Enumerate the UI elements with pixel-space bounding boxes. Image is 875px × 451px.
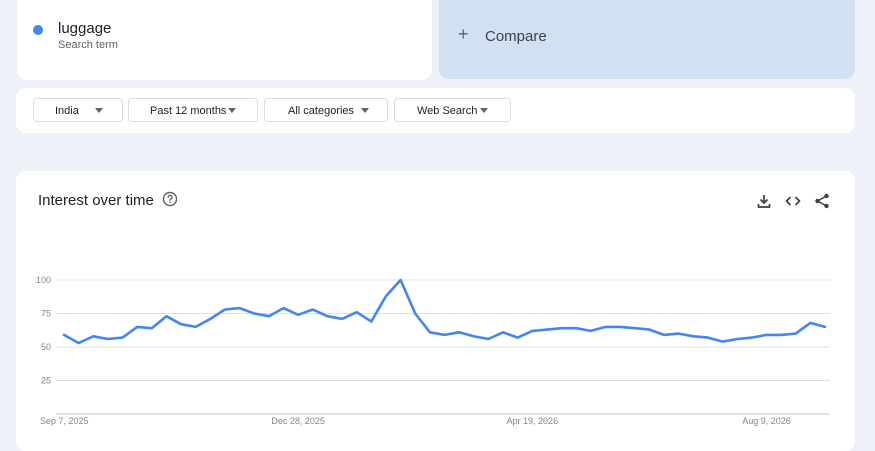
compare-label: Compare: [485, 28, 547, 45]
caret-down-icon: [361, 108, 369, 113]
x-tick-label: Dec 28, 2025: [271, 416, 325, 426]
x-tick-label: Aug 9, 2026: [742, 416, 791, 426]
series-line[interactable]: [64, 280, 825, 343]
region-filter-dropdown[interactable]: India: [33, 98, 123, 122]
category-filter-dropdown[interactable]: All categories: [264, 98, 388, 122]
compare-button[interactable]: + Compare: [439, 0, 855, 79]
x-tick-label: Apr 19, 2026: [507, 416, 559, 426]
caret-down-icon: [480, 108, 488, 113]
time-range-filter-dropdown[interactable]: Past 12 months: [128, 98, 258, 122]
interest-over-time-panel: Interest over time 255075100Sep 7, 2025D…: [16, 171, 855, 451]
search-term-name[interactable]: luggage: [58, 20, 111, 37]
series-color-dot: [33, 25, 43, 35]
interest-chart: 25 50 75 100 Sep 7, 2025 Dec 28, 2025 Apr 19, …: [16, 171, 855, 451]
search-term-card[interactable]: luggage Search term: [17, 0, 432, 80]
y-tick-label: 50: [41, 342, 51, 352]
y-tick-label: 75: [41, 309, 51, 319]
filter-bar: India Past 12 months All categories Web …: [16, 88, 855, 133]
search-type-filter-label: Web Search: [417, 105, 477, 117]
x-tick-label: Sep 7, 2025: [40, 416, 89, 426]
y-tick-label: 100: [36, 275, 51, 285]
category-filter-label: All categories: [288, 105, 354, 117]
plus-icon: +: [458, 25, 469, 43]
caret-down-icon: [95, 108, 103, 113]
time-range-filter-label: Past 12 months: [150, 105, 226, 117]
caret-down-icon: [228, 108, 236, 113]
y-tick-label: 25: [41, 376, 51, 386]
region-filter-label: India: [55, 105, 79, 117]
search-term-subtitle: Search term: [58, 39, 118, 51]
search-type-filter-dropdown[interactable]: Web Search: [394, 98, 511, 122]
